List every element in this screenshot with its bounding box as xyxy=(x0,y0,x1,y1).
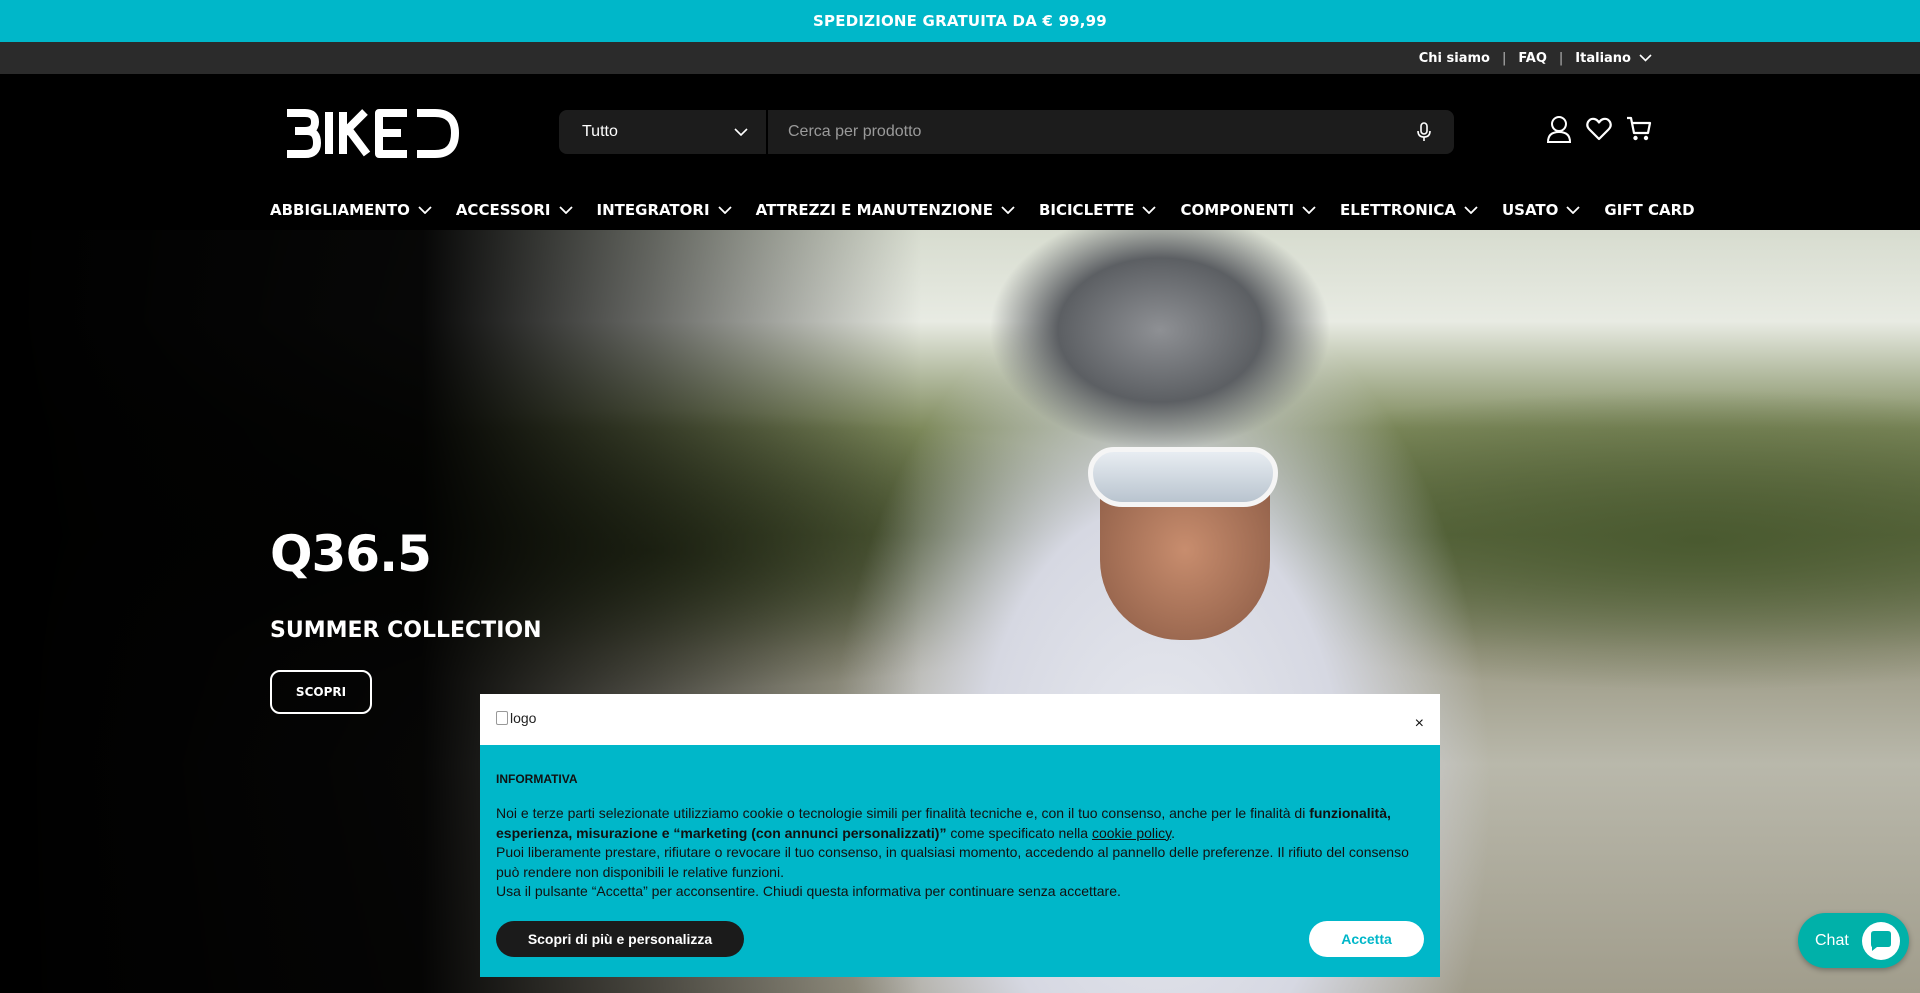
search-category-label: Tutto xyxy=(582,123,618,140)
wishlist-button[interactable] xyxy=(1585,114,1613,144)
nav-item-usato[interactable]: USATO xyxy=(1501,201,1581,219)
broken-image-icon xyxy=(496,711,508,725)
chat-button[interactable]: Chat xyxy=(1798,913,1909,968)
nav-item-gift-card[interactable]: GIFT CARD xyxy=(1604,201,1694,219)
chevron-down-icon xyxy=(1302,206,1316,214)
chevron-down-icon xyxy=(1142,206,1157,214)
chevron-down-icon xyxy=(558,206,573,214)
cookie-text-2: Puoi liberamente prestare, rifiutare o r… xyxy=(496,844,1409,880)
chevron-down-icon xyxy=(418,206,432,214)
hero-subtitle: SUMMER COLLECTION xyxy=(270,618,542,643)
chevron-down-icon xyxy=(734,128,748,136)
hero-cyclist-sunglasses xyxy=(1088,447,1278,507)
heart-icon xyxy=(1586,117,1612,141)
nav-label: INTEGRATORI xyxy=(596,201,710,219)
hero-title: Q36.5 xyxy=(270,525,432,583)
main-nav: ABBIGLIAMENTO ACCESSORI INTEGRATORI ATTR… xyxy=(270,198,1719,222)
nav-item-integratori[interactable]: INTEGRATORI xyxy=(597,201,732,219)
cart-button[interactable] xyxy=(1625,114,1653,144)
cookie-text-1a: Noi e terze parti selezionate utilizziam… xyxy=(496,805,1310,821)
customize-button[interactable]: Scopri di più e personalizza xyxy=(496,921,744,957)
account-button[interactable] xyxy=(1545,114,1573,144)
search-bar: Tutto xyxy=(559,110,1454,154)
nav-item-componenti[interactable]: COMPONENTI xyxy=(1180,201,1316,219)
promo-bar: SPEDIZIONE GRATUITA DA € 99,99 xyxy=(0,0,1920,42)
nav-label: ACCESSORI xyxy=(455,201,551,219)
chevron-down-icon xyxy=(1464,206,1478,214)
biked-logo-icon xyxy=(287,109,459,158)
nav-item-accessori[interactable]: ACCESSORI xyxy=(456,201,573,219)
promo-text: SPEDIZIONE GRATUITA DA € 99,99 xyxy=(813,12,1107,30)
nav-item-elettronica[interactable]: ELETTRONICA xyxy=(1340,201,1478,219)
about-link[interactable]: Chi siamo xyxy=(1419,51,1490,66)
cookie-banner: logo × INFORMATIVA Noi e terze parti sel… xyxy=(480,694,1440,977)
nav-item-abbigliamento[interactable]: ABBIGLIAMENTO xyxy=(270,201,432,219)
nav-item-biciclette[interactable]: BICICLETTE xyxy=(1038,201,1157,219)
utility-separator: | xyxy=(1558,50,1564,66)
close-icon[interactable]: × xyxy=(1415,716,1424,732)
cookie-text: Noi e terze parti selezionate utilizziam… xyxy=(496,804,1424,902)
hero-cta-button[interactable]: SCOPRI xyxy=(270,670,372,714)
search-category-select[interactable]: Tutto xyxy=(559,110,768,154)
hero-cyclist-face xyxy=(1100,490,1270,640)
nav-label: ABBIGLIAMENTO xyxy=(270,201,410,219)
site-header: Tutto Cerca per prodotto ABBIGLIAMENTO A… xyxy=(0,74,1920,230)
cookie-policy-link[interactable]: cookie policy xyxy=(1092,825,1171,841)
cookie-banner-body: INFORMATIVA Noi e terze parti selezionat… xyxy=(480,772,1440,902)
cookie-logo: logo xyxy=(496,710,536,726)
utility-bar: Chi siamo | FAQ | Italiano xyxy=(0,42,1920,74)
chevron-down-icon xyxy=(1639,54,1652,62)
cookie-heading: INFORMATIVA xyxy=(496,772,578,786)
nav-label: ELETTRONICA xyxy=(1340,201,1456,219)
header-actions xyxy=(1545,114,1653,144)
utility-links: Chi siamo | FAQ | Italiano xyxy=(1419,42,1652,74)
cookie-text-1c: . xyxy=(1171,824,1175,841)
voice-search-button[interactable] xyxy=(1394,110,1454,154)
nav-label: ATTREZZI E MANUTENZIONE xyxy=(755,201,993,219)
chevron-down-icon xyxy=(1001,206,1015,214)
accept-button[interactable]: Accetta xyxy=(1309,921,1424,957)
search-input[interactable] xyxy=(768,110,1394,154)
nav-item-attrezzi[interactable]: ATTREZZI E MANUTENZIONE xyxy=(756,201,1015,219)
language-selector[interactable]: Italiano xyxy=(1575,51,1652,66)
chat-bubble-icon xyxy=(1862,921,1900,960)
nav-label: COMPONENTI xyxy=(1180,201,1295,219)
chevron-down-icon xyxy=(1566,206,1581,214)
user-icon xyxy=(1546,116,1572,143)
nav-label: USATO xyxy=(1501,201,1559,219)
utility-separator: | xyxy=(1502,50,1507,66)
cookie-logo-alt: logo xyxy=(510,710,537,726)
site-logo[interactable] xyxy=(283,108,461,158)
cookie-banner-header: logo × xyxy=(480,694,1440,745)
nav-label: BICICLETTE xyxy=(1038,201,1135,219)
language-label: Italiano xyxy=(1575,50,1631,66)
mic-icon xyxy=(1417,122,1431,141)
chevron-down-icon xyxy=(717,206,732,214)
cookie-text-1b: come specificato nella xyxy=(946,824,1092,841)
cart-icon xyxy=(1627,116,1652,141)
faq-link[interactable]: FAQ xyxy=(1518,51,1547,66)
cookie-text-3: Usa il pulsante “Accetta” per acconsenti… xyxy=(496,883,1121,900)
nav-label: GIFT CARD xyxy=(1604,201,1695,219)
chat-label: Chat xyxy=(1815,931,1849,949)
